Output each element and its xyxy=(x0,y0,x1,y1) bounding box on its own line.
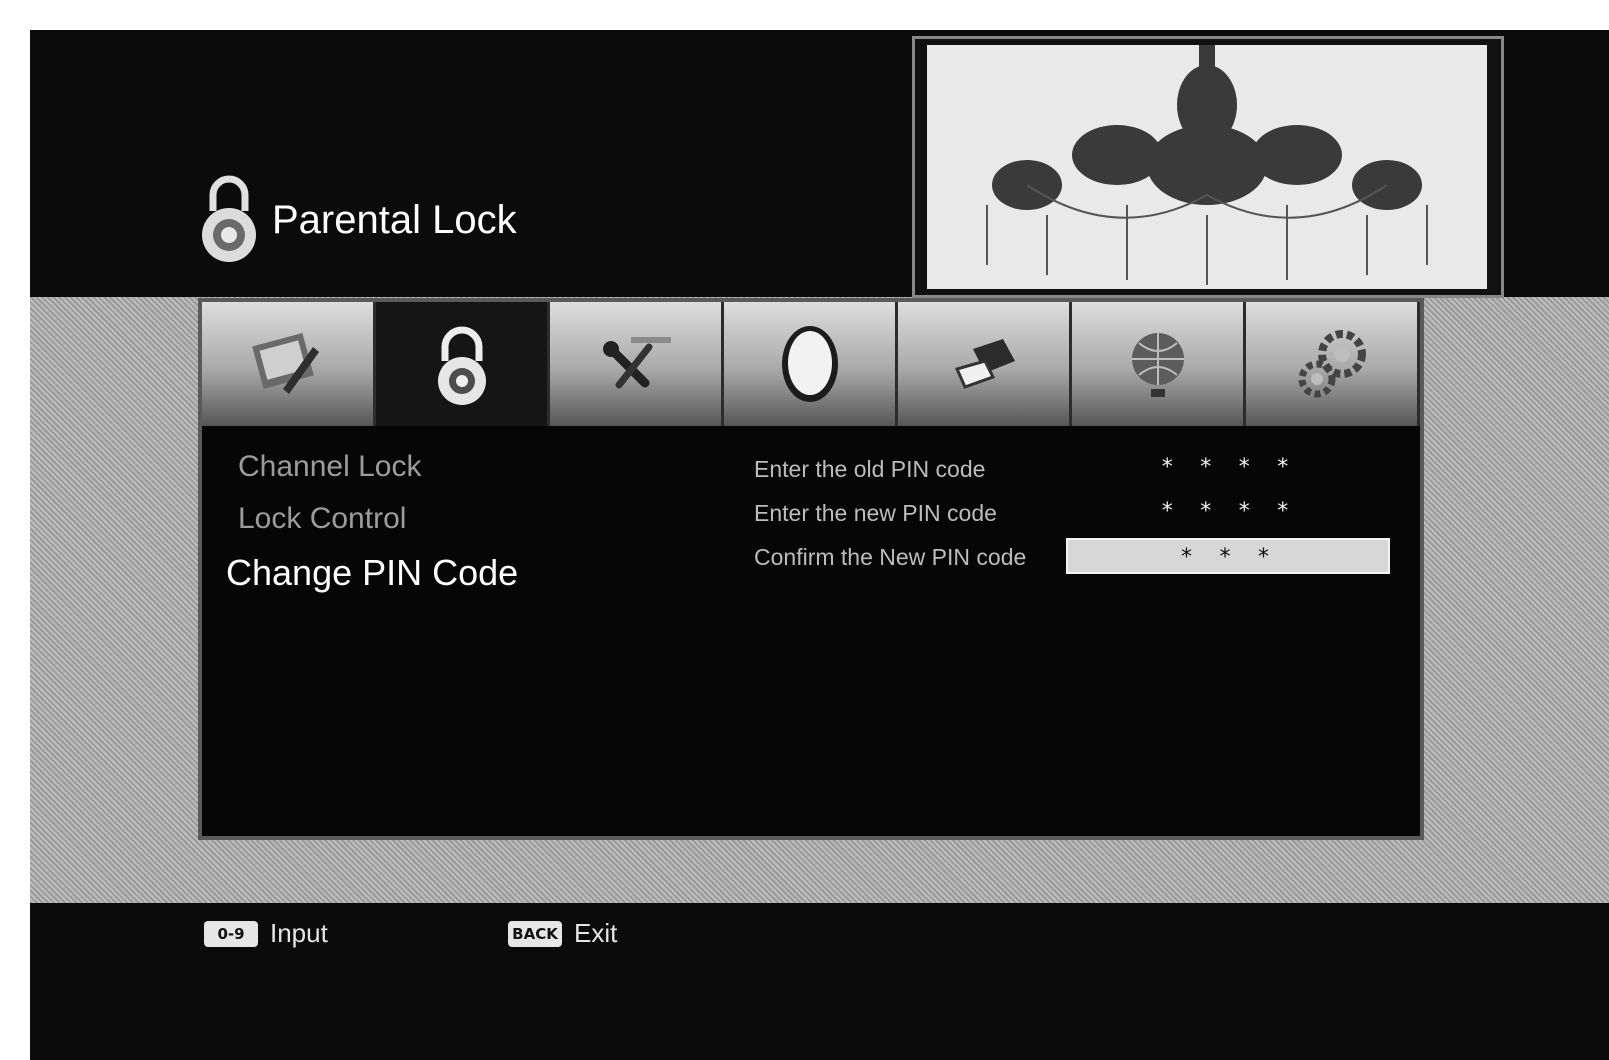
page-header: Parental Lock xyxy=(200,175,517,262)
padlock-icon xyxy=(202,175,256,262)
page-title: Parental Lock xyxy=(272,197,517,242)
tab-display[interactable] xyxy=(724,302,898,426)
footer-hints: 0-9 Input BACK Exit xyxy=(30,910,1609,970)
hint-input-label: Input xyxy=(270,918,328,948)
hint-exit-label: Exit xyxy=(574,918,618,948)
padlock-icon xyxy=(437,326,486,405)
tv-screen: Parental Lock Channel Lock Lock Control … xyxy=(30,30,1609,1060)
picture-settings-icon xyxy=(251,333,319,394)
confirm-pin-field[interactable]: * * * xyxy=(1066,538,1390,574)
old-pin-field[interactable]: * * * * xyxy=(1066,450,1390,486)
tab-tools[interactable] xyxy=(550,302,724,426)
confirm-pin-row: Confirm the New PIN code * * * xyxy=(754,538,1394,578)
category-tabs xyxy=(202,302,1420,426)
hint-exit: BACK Exit xyxy=(508,918,617,949)
new-pin-field[interactable]: * * * * xyxy=(1066,494,1390,530)
hint-input: 0-9 Input xyxy=(204,918,328,949)
menu-item-change-pin-code[interactable]: Change PIN Code xyxy=(226,552,518,594)
tools-icon xyxy=(602,337,671,389)
live-preview-window xyxy=(912,36,1504,298)
chandelier-image xyxy=(927,45,1487,289)
confirm-pin-label: Confirm the New PIN code xyxy=(754,544,1027,570)
new-pin-label: Enter the new PIN code xyxy=(754,500,997,526)
old-pin-label: Enter the old PIN code xyxy=(754,456,986,482)
back-key-icon: BACK xyxy=(508,920,562,947)
usb-device-icon xyxy=(954,339,1015,389)
tab-picture[interactable] xyxy=(202,302,376,426)
menu-item-lock-control[interactable]: Lock Control xyxy=(238,502,406,536)
globe-outline-icon xyxy=(781,326,838,402)
new-pin-row: Enter the new PIN code * * * * xyxy=(754,494,1394,534)
tab-usb[interactable] xyxy=(898,302,1072,426)
network-globe-icon xyxy=(1131,333,1184,397)
number-keys-icon: 0-9 xyxy=(204,920,258,947)
gears-icon xyxy=(1298,330,1366,398)
old-pin-row: Enter the old PIN code * * * * xyxy=(754,450,1394,490)
tab-system[interactable] xyxy=(1246,302,1420,426)
tab-parental-lock[interactable] xyxy=(376,302,550,426)
tab-network[interactable] xyxy=(1072,302,1246,426)
menu-item-channel-lock[interactable]: Channel Lock xyxy=(238,450,421,484)
settings-panel: Channel Lock Lock Control Change PIN Cod… xyxy=(198,298,1424,840)
